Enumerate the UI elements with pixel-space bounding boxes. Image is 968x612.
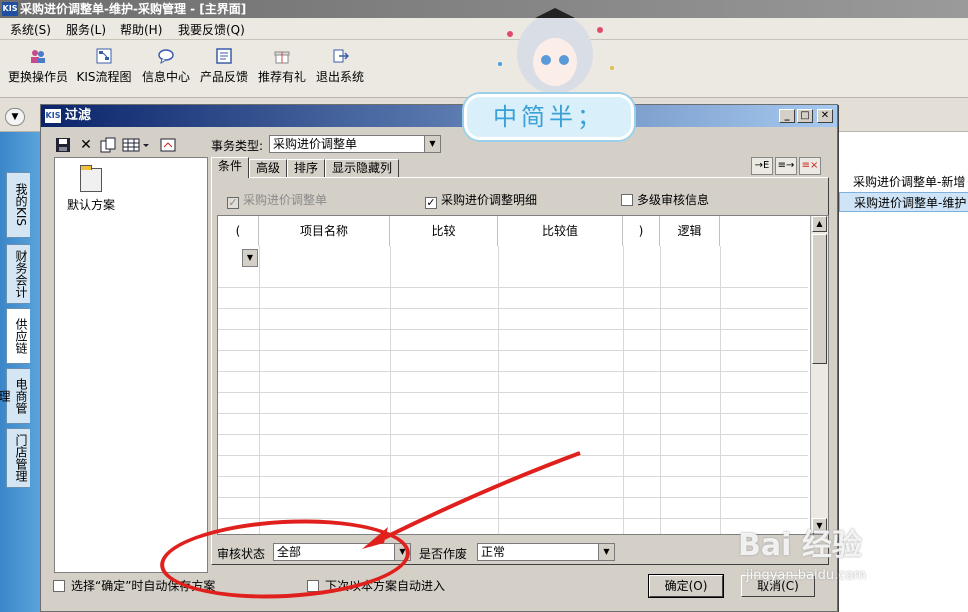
table-row[interactable] — [218, 393, 808, 414]
product-feedback-button[interactable]: 产品反馈 — [198, 44, 250, 94]
side-tab-supply-chain[interactable]: 供应链 — [6, 308, 30, 364]
scheme-default[interactable]: 默认方案 — [67, 196, 115, 213]
dialog-title: 过滤 — [65, 108, 92, 123]
scheme-list: 默认方案 — [54, 157, 208, 573]
flowchart-icon — [96, 48, 112, 64]
list-item[interactable]: 采购进价调整单-新增 — [839, 172, 968, 192]
col-open-paren: ( — [218, 216, 259, 246]
feedback-icon — [216, 48, 232, 64]
save-icon[interactable] — [54, 137, 72, 153]
switch-operator-button[interactable]: 更换操作员 — [6, 44, 70, 94]
baidu-watermark: Bai 经验 — [738, 528, 862, 563]
tab-sort[interactable]: 排序 — [287, 159, 325, 177]
chevron-down-icon: ▼ — [11, 112, 19, 122]
info-center-button[interactable]: 信息中心 — [140, 44, 192, 94]
minimize-button[interactable]: _ — [779, 109, 795, 123]
chevron-down-icon: ▼ — [598, 544, 614, 560]
kis-flowchart-button[interactable]: KIS流程图 — [74, 44, 134, 94]
col-compare: 比较 — [390, 216, 498, 246]
table-view-icon[interactable] — [121, 137, 151, 153]
chevron-down-icon: ▼ — [424, 136, 440, 152]
sticker-banner: 中简半； — [464, 94, 634, 140]
menu-system[interactable]: 系统(S) — [10, 21, 51, 38]
dialog-titlebar: KIS 过滤 _ □ ✕ — [41, 105, 837, 127]
kis-logo: KIS — [2, 2, 18, 16]
grid-scrollbar[interactable]: ▲ ▼ — [810, 216, 828, 534]
table-row[interactable] — [218, 309, 808, 330]
highlight-arrow — [362, 451, 581, 549]
delete-icon[interactable]: ✕ — [77, 137, 95, 153]
exit-icon — [333, 49, 349, 63]
check-multi-audit[interactable]: 多级审核信息 — [621, 191, 709, 208]
table-row[interactable] — [218, 351, 808, 372]
table-row[interactable] — [218, 414, 808, 435]
anime-sticker — [498, 8, 614, 94]
col-compare-value: 比较值 — [498, 216, 623, 246]
col-item-name: 项目名称 — [259, 216, 390, 246]
copy-icon[interactable] — [99, 137, 117, 153]
menu-help[interactable]: 帮助(H) — [120, 21, 162, 38]
users-icon — [31, 50, 45, 63]
referral-gift-button[interactable]: 推荐有礼 — [256, 44, 308, 94]
table-row[interactable] — [218, 288, 808, 309]
export-icon[interactable] — [159, 137, 177, 153]
kis-logo: KIS — [45, 109, 61, 123]
biz-type-label: 事务类型: — [211, 139, 264, 153]
left-nav: 我的KIS 财务会计 供应链 电商管理 门店管理 — [0, 132, 40, 612]
tab-conditions[interactable]: 条件 — [211, 157, 249, 178]
biz-type-select[interactable]: 采购进价调整单 ▼ — [269, 135, 441, 153]
tab-advanced[interactable]: 高级 — [249, 159, 287, 177]
scroll-thumb[interactable] — [812, 234, 827, 364]
message-icon — [158, 49, 174, 64]
menu-service[interactable]: 服务(L) — [66, 21, 106, 38]
folder-icon — [80, 165, 102, 192]
ok-button[interactable]: 确定(O) — [648, 574, 724, 598]
list-item-selected[interactable]: 采购进价调整单-维护 — [839, 192, 968, 212]
table-row[interactable] — [218, 267, 808, 288]
insert-row-icon[interactable]: →E — [751, 157, 773, 175]
collapse-button[interactable]: ▼ — [5, 108, 25, 126]
table-row[interactable] — [218, 372, 808, 393]
close-button[interactable]: ✕ — [817, 109, 833, 123]
side-tab-store[interactable]: 门店管理 — [6, 428, 30, 488]
table-row[interactable] — [218, 330, 808, 351]
window-title: 采购进价调整单-维护-采购管理 - [主界面] — [20, 2, 247, 16]
menu-feedback[interactable]: 我要反馈(Q) — [178, 21, 245, 38]
maximize-button[interactable]: □ — [797, 109, 813, 123]
side-tab-finance[interactable]: 财务会计 — [6, 244, 30, 304]
side-tab-my-kis[interactable]: 我的KIS — [6, 172, 30, 238]
append-row-icon[interactable]: ≡→ — [775, 157, 797, 175]
tab-show-hide-columns[interactable]: 显示隐藏列 — [325, 159, 399, 177]
delete-row-icon[interactable]: ≡× — [799, 157, 821, 175]
exit-system-button[interactable]: 退出系统 — [314, 44, 366, 94]
check-order-header[interactable]: ✓ 采购进价调整单 — [227, 191, 327, 209]
col-logic: 逻辑 — [660, 216, 720, 246]
gift-icon — [274, 51, 290, 64]
paren-dropdown[interactable]: ▼ — [242, 249, 258, 267]
col-close-paren: ) — [623, 216, 660, 246]
side-tab-ecommerce[interactable]: 电商管理 — [0, 368, 30, 424]
baidu-watermark-url: jingyan.baidu.com — [746, 568, 866, 583]
check-order-detail[interactable]: ✓ 采购进价调整明细 — [425, 191, 537, 209]
